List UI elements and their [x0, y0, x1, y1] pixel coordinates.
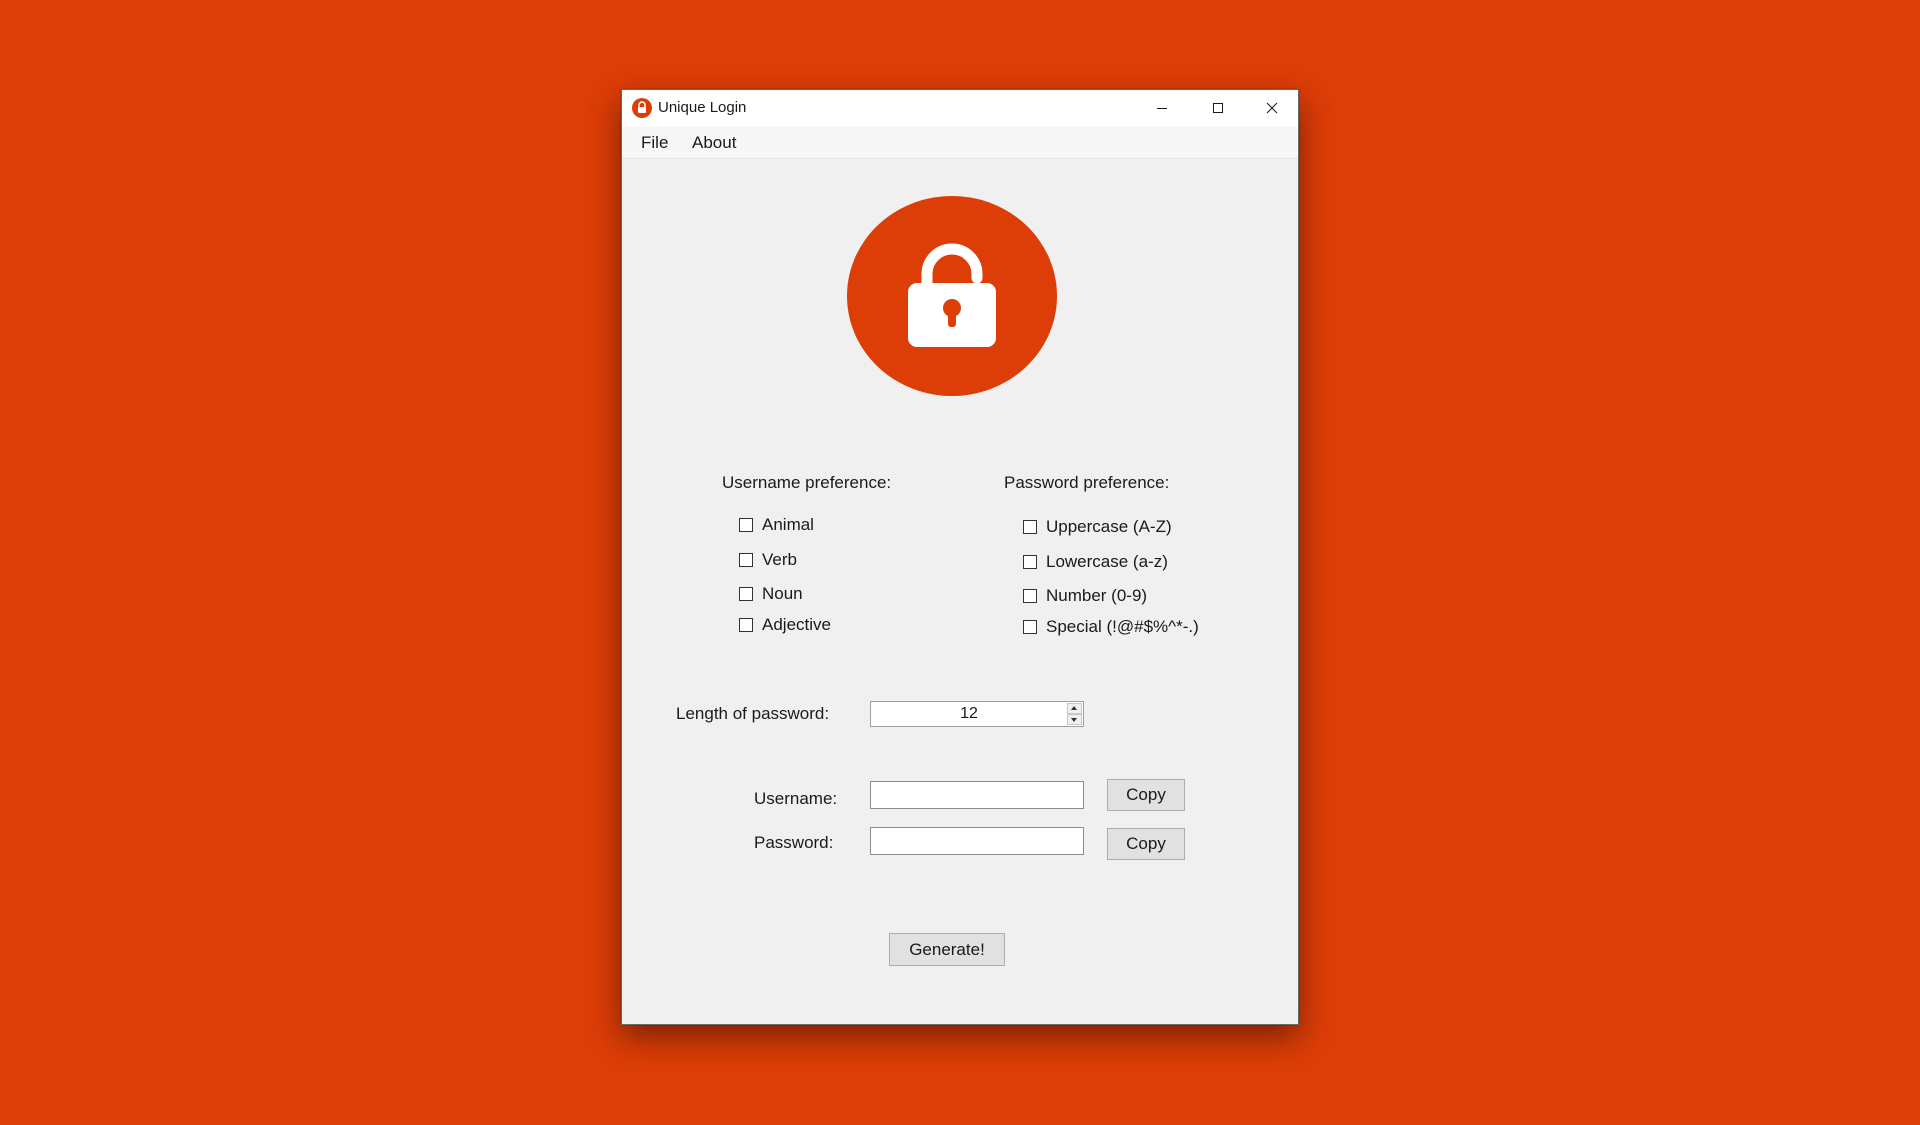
length-value[interactable]: 12	[871, 702, 1067, 726]
checkbox-adjective-label: Adjective	[762, 615, 831, 634]
checkbox-animal-label: Animal	[762, 515, 814, 534]
copy-password-button[interactable]: Copy	[1107, 828, 1185, 860]
window-title: Unique Login	[658, 99, 747, 116]
checkbox-noun-box[interactable]	[739, 587, 753, 601]
length-spinbox[interactable]: 12	[870, 701, 1084, 727]
lock-icon	[632, 98, 652, 118]
checkbox-special-box[interactable]	[1023, 620, 1037, 634]
checkbox-uppercase-box[interactable]	[1023, 520, 1037, 534]
checkbox-lowercase[interactable]: Lowercase (a-z)	[1023, 552, 1168, 572]
checkbox-verb[interactable]: Verb	[739, 550, 797, 570]
checkbox-special[interactable]: Special (!@#$%^*-.)	[1023, 617, 1199, 637]
password-label: Password:	[754, 833, 834, 852]
padlock-icon	[847, 196, 1057, 396]
checkbox-verb-label: Verb	[762, 550, 797, 569]
close-button[interactable]	[1244, 90, 1300, 126]
generate-button[interactable]: Generate!	[889, 933, 1005, 966]
checkbox-special-label: Special (!@#$%^*-.)	[1046, 617, 1199, 636]
username-label: Username:	[754, 789, 838, 808]
checkbox-uppercase-label: Uppercase (A-Z)	[1046, 517, 1172, 536]
minimize-icon	[1157, 108, 1167, 109]
password-preference-heading: Password preference:	[1004, 473, 1170, 492]
checkbox-adjective[interactable]: Adjective	[739, 615, 831, 635]
menu-about[interactable]: About	[688, 132, 740, 154]
title-bar[interactable]: Unique Login	[622, 90, 1298, 126]
username-preference-heading: Username preference:	[722, 473, 892, 492]
checkbox-noun[interactable]: Noun	[739, 584, 803, 604]
menu-file[interactable]: File	[637, 132, 672, 154]
checkbox-animal-box[interactable]	[739, 518, 753, 532]
spin-arrows	[1067, 703, 1082, 725]
spin-down-arrow-icon[interactable]	[1067, 714, 1082, 725]
checkbox-uppercase[interactable]: Uppercase (A-Z)	[1023, 517, 1172, 537]
minimize-button[interactable]	[1134, 90, 1190, 126]
checkbox-verb-box[interactable]	[739, 553, 753, 567]
close-icon	[1266, 102, 1278, 114]
checkbox-adjective-box[interactable]	[739, 618, 753, 632]
username-field[interactable]	[870, 781, 1084, 809]
copy-username-button[interactable]: Copy	[1107, 779, 1185, 811]
app-window: Unique Login File About Username prefere…	[621, 89, 1299, 1025]
checkbox-noun-label: Noun	[762, 584, 803, 603]
checkbox-lowercase-label: Lowercase (a-z)	[1046, 552, 1168, 571]
length-label: Length of password:	[676, 704, 830, 723]
checkbox-number-label: Number (0-9)	[1046, 586, 1148, 605]
menu-bar: File About	[622, 126, 1298, 159]
checkbox-number-box[interactable]	[1023, 589, 1037, 603]
checkbox-number[interactable]: Number (0-9)	[1023, 586, 1147, 606]
password-field[interactable]	[870, 827, 1084, 855]
maximize-icon	[1213, 103, 1223, 113]
maximize-button[interactable]	[1190, 90, 1246, 126]
spin-up-arrow-icon[interactable]	[1067, 703, 1082, 714]
checkbox-animal[interactable]: Animal	[739, 515, 814, 535]
checkbox-lowercase-box[interactable]	[1023, 555, 1037, 569]
